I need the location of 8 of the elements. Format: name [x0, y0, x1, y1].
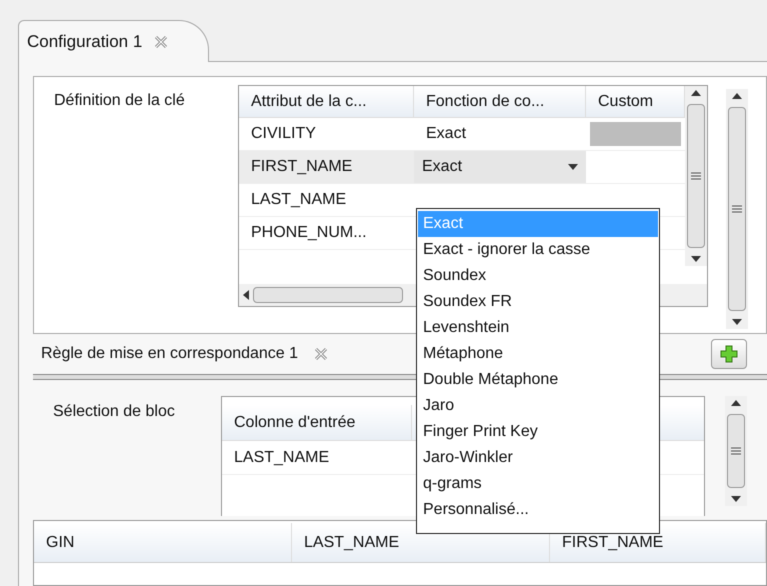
section-label: Sélection de bloc: [53, 403, 175, 420]
section-label: Définition de la clé: [54, 92, 185, 109]
table-cell-text: PHONE_NUM...: [250, 223, 368, 243]
table-cell: FIRST_NAME: [239, 151, 414, 183]
table-cell-text: LAST_NAME: [233, 448, 330, 468]
table-cell-text: Exact: [425, 124, 468, 144]
table-cell-text: CIVILITY: [250, 124, 317, 144]
table-cell-text: LAST_NAME: [250, 190, 348, 210]
